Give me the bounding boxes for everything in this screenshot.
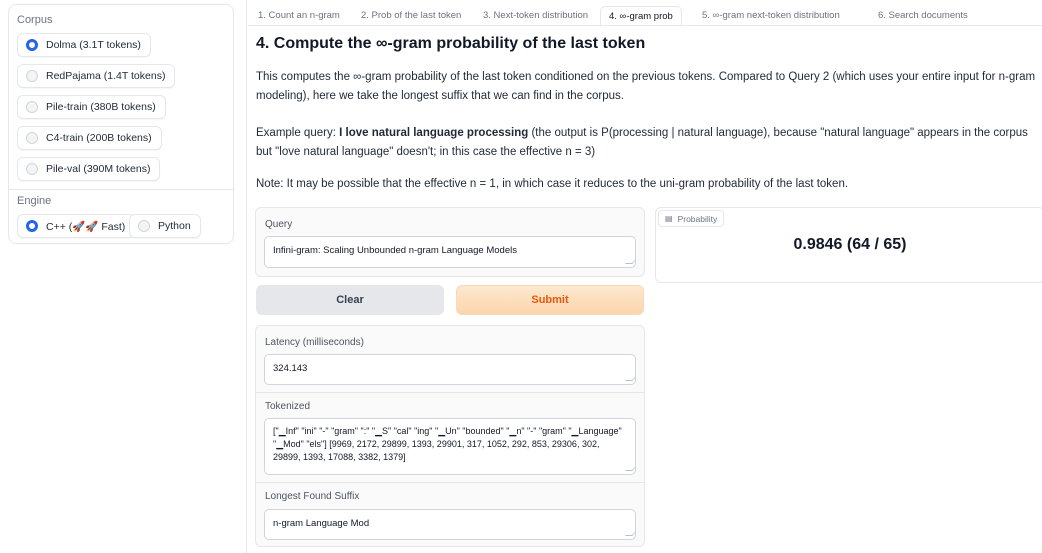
suffix-output-value: n-gram Language Mod bbox=[273, 518, 370, 529]
column-divider bbox=[246, 0, 247, 553]
tab-prob-last-token[interactable]: 2. Prob of the last token bbox=[361, 6, 461, 26]
probability-tag-label: Probability bbox=[677, 213, 718, 224]
engine-option-python[interactable]: Python bbox=[129, 214, 201, 238]
suffix-label: Longest Found Suffix bbox=[265, 491, 360, 502]
engine-option-label: C++ (🚀🚀 Fast) bbox=[46, 220, 126, 233]
radio-unselected-icon bbox=[26, 101, 38, 113]
suffix-output[interactable]: n-gram Language Mod bbox=[264, 509, 636, 540]
clear-button[interactable]: Clear bbox=[256, 285, 444, 315]
output-divider bbox=[256, 482, 644, 483]
radio-unselected-icon bbox=[138, 220, 150, 232]
output-block: Latency (milliseconds) 324.143 Tokenized… bbox=[255, 325, 645, 547]
tab-underline bbox=[248, 25, 1042, 26]
latency-label: Latency (milliseconds) bbox=[265, 337, 364, 348]
corpus-option-redpajama[interactable]: RedPajama (1.4T tokens) bbox=[17, 64, 176, 88]
corpus-option-label: Pile-train (380B tokens) bbox=[46, 101, 156, 113]
engine-label: Engine bbox=[17, 195, 52, 207]
radio-selected-icon bbox=[26, 220, 38, 232]
query-input[interactable]: Infini-gram: Scaling Unbounded n-gram La… bbox=[264, 236, 636, 268]
probability-block: ▤ Probability 0.9846 (64 / 65) bbox=[655, 207, 1042, 283]
tokenized-output-value: ["▁Inf" "ini" "-" "gram" ":" "▁S" "cal" … bbox=[273, 426, 622, 462]
query-block: Query Infini-gram: Scaling Unbounded n-g… bbox=[255, 207, 645, 277]
engine-option-label: Python bbox=[158, 220, 191, 232]
latency-output-value: 324.143 bbox=[273, 363, 308, 374]
tab-infgram-prob[interactable]: 4. ∞-gram prob bbox=[600, 6, 682, 26]
description-text: This computes the ∞-gram probability of … bbox=[256, 71, 1036, 102]
corpus-label: Corpus bbox=[17, 14, 53, 26]
corpus-option-c4-train[interactable]: C4-train (200B tokens) bbox=[17, 126, 162, 150]
corpus-option-label: C4-train (200B tokens) bbox=[46, 132, 152, 144]
resize-handle-icon[interactable] bbox=[625, 374, 635, 381]
corpus-option-pile-train[interactable]: Pile-train (380B tokens) bbox=[17, 95, 166, 119]
resize-handle-icon[interactable] bbox=[625, 464, 635, 471]
corpus-option-label: RedPajama (1.4T tokens) bbox=[46, 70, 166, 82]
submit-button[interactable]: Submit bbox=[456, 285, 644, 315]
radio-selected-icon bbox=[26, 39, 38, 51]
probability-value: 0.9846 (64 / 65) bbox=[793, 236, 907, 253]
tab-count-ngram[interactable]: 1. Count an n-gram bbox=[258, 6, 340, 26]
corpus-option-label: Pile-val (390M tokens) bbox=[46, 163, 151, 175]
tokenized-label: Tokenized bbox=[265, 401, 311, 412]
corpus-option-label: Dolma (3.1T tokens) bbox=[46, 39, 141, 51]
chart-icon: ▤ bbox=[665, 214, 673, 223]
section-divider bbox=[9, 189, 233, 190]
tab-bar: 1. Count an n-gram 2. Prob of the last t… bbox=[248, 6, 1042, 26]
page-title: 4. Compute the ∞-gram probability of the… bbox=[256, 35, 646, 52]
query-label: Query bbox=[265, 219, 293, 230]
corpus-option-dolma[interactable]: Dolma (3.1T tokens) bbox=[17, 33, 151, 57]
latency-output[interactable]: 324.143 bbox=[264, 354, 636, 385]
engine-option-cpp[interactable]: C++ (🚀🚀 Fast) bbox=[17, 214, 136, 238]
resize-handle-icon[interactable] bbox=[625, 257, 635, 264]
settings-panel: Corpus Dolma (3.1T tokens) RedPajama (1.… bbox=[8, 4, 234, 244]
output-divider bbox=[256, 392, 644, 393]
tab-infgram-next-token-distribution[interactable]: 5. ∞-gram next-token distribution bbox=[702, 6, 840, 26]
example-query: I love natural language processing bbox=[339, 127, 529, 139]
corpus-option-pile-val[interactable]: Pile-val (390M tokens) bbox=[17, 157, 161, 181]
radio-unselected-icon bbox=[26, 70, 38, 82]
note-text: Note: It may be possible that the effect… bbox=[256, 178, 849, 190]
probability-tag: ▤ Probability bbox=[658, 210, 725, 227]
example-text: Example query: I love natural language p… bbox=[256, 124, 1042, 162]
query-input-value: Infini-gram: Scaling Unbounded n-gram La… bbox=[273, 245, 517, 256]
radio-unselected-icon bbox=[26, 163, 38, 175]
example-prefix: Example query: bbox=[256, 127, 340, 139]
tokenized-output[interactable]: ["▁Inf" "ini" "-" "gram" ":" "▁S" "cal" … bbox=[264, 418, 636, 475]
resize-handle-icon[interactable] bbox=[625, 529, 635, 536]
radio-unselected-icon bbox=[26, 132, 38, 144]
tab-search-documents[interactable]: 6. Search documents bbox=[878, 6, 968, 26]
tab-next-token-distribution[interactable]: 3. Next-token distribution bbox=[483, 6, 588, 26]
